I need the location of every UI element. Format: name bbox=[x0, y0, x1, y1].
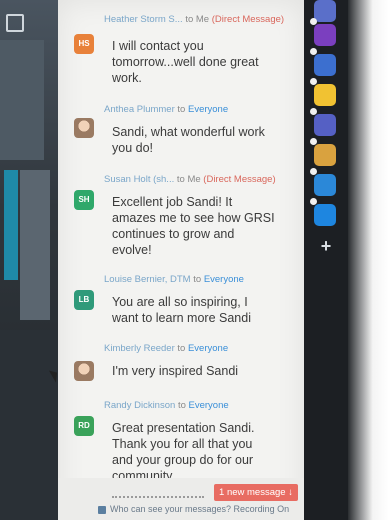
message-line: evolve! bbox=[112, 243, 152, 257]
message-header: Anthea Plummer to Everyone bbox=[104, 104, 228, 115]
to-label: to bbox=[176, 174, 185, 185]
message-line: amazes me to see how GRSI bbox=[112, 211, 275, 225]
message-line: want to learn more Sandi bbox=[112, 311, 251, 325]
message-line: I'm very inspired Sandi bbox=[112, 364, 239, 378]
sender-name[interactable]: Heather Storm S... bbox=[104, 14, 183, 25]
recipient-name: Everyone bbox=[187, 104, 229, 115]
message-line: work. bbox=[112, 71, 142, 85]
typing-indicator bbox=[112, 496, 204, 498]
app-shortcut-icon[interactable] bbox=[314, 54, 336, 76]
message-body: You are all so inspiring, I want to lear… bbox=[112, 294, 251, 326]
background-panel bbox=[4, 170, 18, 280]
recipient-name: Everyone bbox=[203, 274, 244, 285]
sender-name[interactable]: Randy Dickinson bbox=[104, 400, 175, 411]
to-label: to bbox=[177, 343, 186, 354]
to-label: to bbox=[177, 104, 186, 115]
message-header: Kimberly Reeder to Everyone bbox=[104, 343, 228, 354]
message-body: Sandi, what wonderful work you do! bbox=[112, 124, 265, 156]
message-line: Excellent job Sandi! It bbox=[112, 195, 233, 209]
avatar: LB bbox=[74, 290, 94, 310]
app-shortcut-icon[interactable] bbox=[314, 114, 336, 136]
recipient-name: Everyone bbox=[187, 343, 229, 354]
avatar: RD bbox=[74, 416, 94, 436]
message-line: tomorrow...well done great bbox=[112, 55, 259, 69]
recipient-name: Me bbox=[195, 14, 210, 25]
desktop-background-left bbox=[0, 0, 58, 520]
visibility-note-link[interactable]: Who can see your messages? Recording On bbox=[110, 504, 289, 514]
app-shortcut-icon[interactable] bbox=[314, 24, 336, 46]
message-line: You are all so inspiring, I bbox=[112, 295, 248, 309]
avatar bbox=[74, 361, 94, 381]
message-header: Susan Holt (sh... to Me (Direct Message) bbox=[104, 174, 276, 185]
message-line: Sandi, what wonderful work bbox=[112, 125, 265, 139]
to-label: to bbox=[177, 400, 186, 411]
background-panel bbox=[0, 40, 44, 160]
background-panel bbox=[20, 170, 50, 320]
avatar: HS bbox=[74, 34, 94, 54]
app-shortcut-icon[interactable] bbox=[314, 84, 336, 106]
message-line: you do! bbox=[112, 141, 154, 155]
app-rail: + bbox=[304, 0, 348, 520]
message-body: I will contact you tomorrow...well done … bbox=[112, 38, 259, 86]
message-header: Randy Dickinson to Everyone bbox=[104, 400, 229, 411]
app-shortcut-icon[interactable] bbox=[314, 0, 336, 22]
message-header: Heather Storm S... to Me (Direct Message… bbox=[104, 14, 284, 25]
message-line: continues to grow and bbox=[112, 227, 235, 241]
add-app-icon[interactable]: + bbox=[318, 237, 334, 255]
sender-name[interactable]: Kimberly Reeder bbox=[104, 343, 175, 354]
message-line: Thank you for all that you bbox=[112, 437, 253, 451]
direct-message-tag: (Direct Message) bbox=[203, 174, 276, 185]
message-body: Excellent job Sandi! It amazes me to see… bbox=[112, 194, 275, 258]
recipient-name: Everyone bbox=[188, 400, 229, 411]
app-shortcut-icon[interactable] bbox=[314, 204, 336, 226]
recipient-name: Me bbox=[187, 174, 201, 185]
message-body: Great presentation Sandi. Thank you for … bbox=[112, 420, 254, 484]
message-line: and your group do for our bbox=[112, 453, 254, 467]
new-message-button[interactable]: 1 new message ↓ bbox=[214, 484, 298, 501]
sender-name[interactable]: Susan Holt (sh... bbox=[104, 174, 174, 185]
to-label: to bbox=[185, 14, 194, 25]
message-line: I will contact you bbox=[112, 39, 204, 53]
message-header: Louise Bernier, DTM to Everyone bbox=[104, 274, 244, 285]
avatar: SH bbox=[74, 190, 94, 210]
background-panel bbox=[0, 330, 58, 520]
direct-message-tag: (Direct Message) bbox=[211, 14, 285, 25]
sender-name[interactable]: Anthea Plummer bbox=[104, 104, 175, 115]
message-body: I'm very inspired Sandi bbox=[112, 363, 238, 379]
chat-panel[interactable]: Heather Storm S... to Me (Direct Message… bbox=[58, 0, 304, 520]
info-icon bbox=[98, 506, 106, 514]
app-shortcut-icon[interactable] bbox=[314, 144, 336, 166]
sender-name[interactable]: Louise Bernier, DTM bbox=[104, 274, 191, 285]
to-label: to bbox=[193, 274, 202, 285]
avatar bbox=[74, 118, 94, 138]
screen-edge bbox=[348, 0, 389, 520]
message-line: Great presentation Sandi. bbox=[112, 421, 255, 435]
app-shortcut-icon[interactable] bbox=[314, 174, 336, 196]
window-frame-icon bbox=[6, 14, 24, 32]
